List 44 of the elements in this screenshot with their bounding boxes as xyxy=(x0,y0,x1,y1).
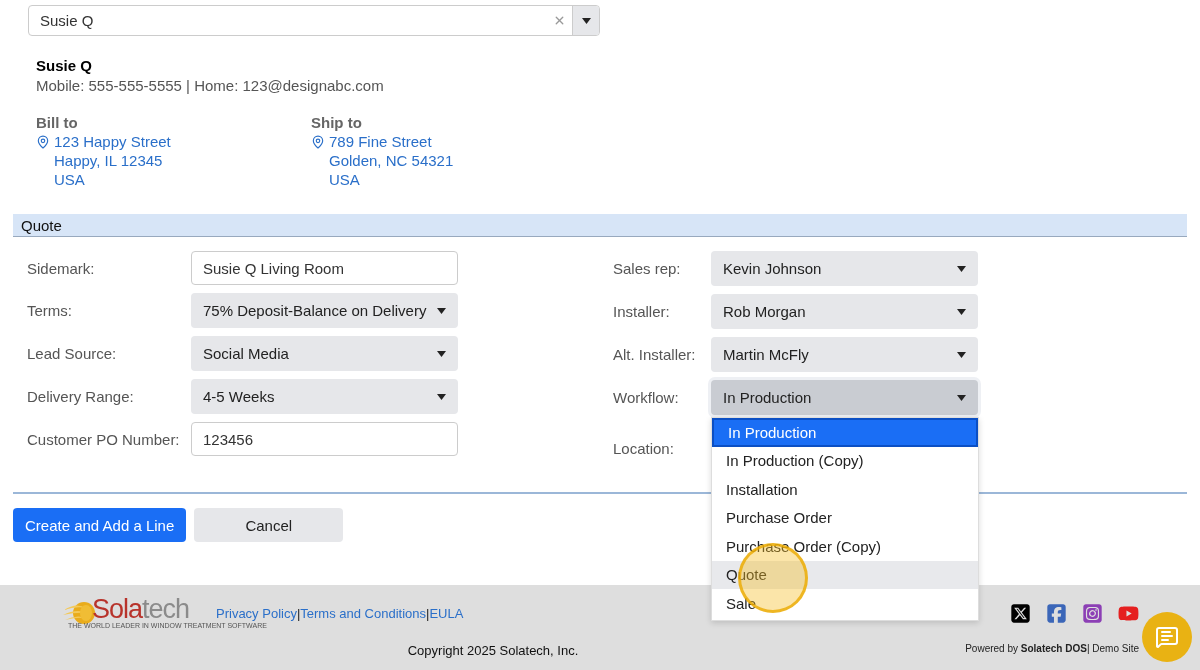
select-field[interactable]: Martin McFly xyxy=(711,337,978,372)
select-field[interactable]: In Production xyxy=(711,380,978,415)
address-line[interactable]: USA xyxy=(54,170,171,189)
address-line[interactable]: Golden, NC 54321 xyxy=(329,151,454,170)
field-label: Location: xyxy=(613,439,675,457)
field-label: Installer: xyxy=(613,303,671,320)
address-line[interactable]: 789 Fine Street xyxy=(329,132,454,151)
field-label: Delivery Range: xyxy=(27,388,135,405)
address-line[interactable]: Happy, IL 12345 xyxy=(54,151,171,170)
address-heading: Ship to xyxy=(311,113,363,132)
field-label: Sidemark: xyxy=(27,259,96,277)
field-label: Sales rep: xyxy=(613,260,682,277)
copyright-text: Copyright 2025 Solatech, Inc. xyxy=(407,643,579,658)
footer-link[interactable]: EULA xyxy=(429,605,464,621)
select-field[interactable]: Rob Morgan xyxy=(711,294,978,329)
section-header: Quote xyxy=(13,214,1187,237)
select-field[interactable]: Social Media xyxy=(191,336,458,371)
customer-select[interactable]: Susie Q xyxy=(28,5,600,36)
text-field[interactable]: 123456 xyxy=(191,422,458,456)
menu-item[interactable]: Installation xyxy=(712,475,978,504)
footer-link[interactable]: Privacy Policy xyxy=(216,605,297,621)
menu-item[interactable]: In Production (Copy) xyxy=(712,446,978,475)
customer-name: Susie Q xyxy=(36,56,93,75)
menu-item[interactable]: In Production xyxy=(712,418,978,447)
field-label: Terms: xyxy=(27,302,73,319)
select-field[interactable]: 75% Deposit-Balance on Delivery xyxy=(191,293,458,328)
text-field[interactable]: Susie Q Living Room xyxy=(191,251,458,285)
field-label: Customer PO Number: xyxy=(27,430,181,448)
select-field[interactable]: Kevin Johnson xyxy=(711,251,978,286)
field-label: Lead Source: xyxy=(27,345,118,362)
contact-info: Mobile: 555-555-5555 | Home: 123@designabc.com xyxy=(36,76,385,96)
cancel-button[interactable]: Cancel xyxy=(194,508,344,542)
select-field[interactable]: 4-5 Weeks xyxy=(191,379,458,414)
logo-wordmark: Solatech xyxy=(92,596,190,622)
address-line[interactable]: 123 Happy Street xyxy=(54,132,171,151)
menu-item[interactable]: Purchase Order xyxy=(712,503,978,532)
link-separator: | xyxy=(426,605,430,621)
field-label: Workflow: xyxy=(613,389,680,406)
address-line[interactable]: USA xyxy=(329,170,454,189)
create-button[interactable]: Create and Add a Line xyxy=(13,508,187,542)
link-separator: | xyxy=(296,605,301,621)
field-label: Alt. Installer: xyxy=(613,346,697,363)
address-heading: Bill to xyxy=(36,113,79,132)
powered-by-text: Powered by Solatech DOS| Demo Site xyxy=(965,643,1139,654)
